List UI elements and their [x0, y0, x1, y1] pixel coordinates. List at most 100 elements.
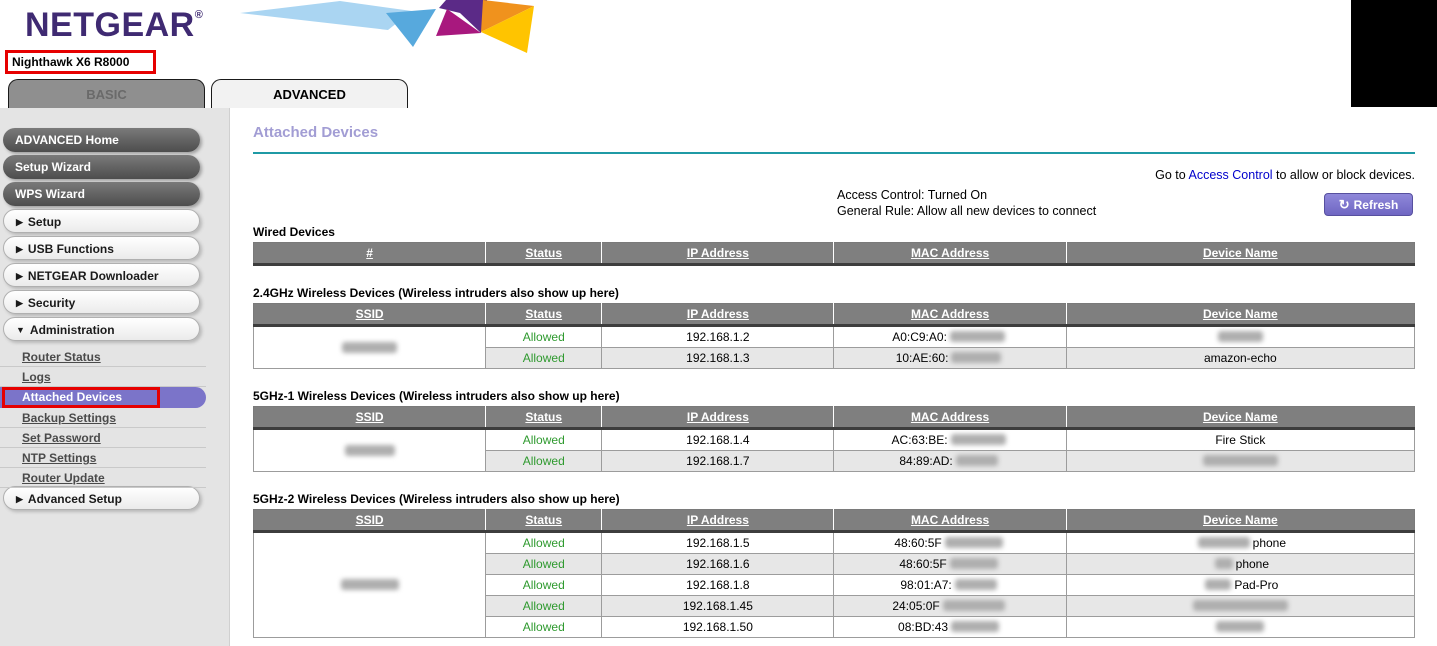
netgear-logo-text: NETGEAR	[25, 6, 195, 44]
sidebar-item-wps-wizard[interactable]: WPS Wizard	[3, 182, 200, 206]
redacted-blur	[955, 579, 997, 590]
ip-address-cell: 192.168.1.8	[602, 575, 834, 596]
wireless-5ghz1-table: SSIDStatusIP AddressMAC AddressDevice Na…	[253, 406, 1415, 472]
column-header-device-name[interactable]: Device Name	[1066, 510, 1414, 532]
ip-address-cell: 192.168.1.7	[602, 451, 834, 472]
column-header-mac-address[interactable]: MAC Address	[834, 510, 1066, 532]
access-control-hint: Go to Access Control to allow or block d…	[1155, 168, 1415, 182]
column-header-status[interactable]: Status	[486, 407, 602, 429]
link-label: Attached Devices	[22, 390, 122, 404]
redacted-blur	[951, 621, 999, 632]
wireless-5ghz1-section: 5GHz-1 Wireless Devices (Wireless intrud…	[253, 389, 1415, 472]
device-name-cell	[1066, 326, 1414, 348]
column-header-mac-address[interactable]: MAC Address	[834, 407, 1066, 429]
mac-address-cell: AC:63:BE:	[834, 429, 1066, 451]
sidebar-link-logs[interactable]: Logs	[0, 367, 206, 387]
redacted-blur	[1205, 579, 1231, 590]
ip-address-cell: 192.168.1.2	[602, 326, 834, 348]
sidebar-item-setup-wizard[interactable]: Setup Wizard	[3, 155, 200, 179]
mac-address-cell: A0:C9:A0:	[834, 326, 1066, 348]
device-name-cell: phone	[1066, 532, 1414, 554]
redacted-blur	[1215, 558, 1233, 569]
chevron-down-icon: ▼	[16, 325, 25, 335]
column-header-ip-address[interactable]: IP Address	[602, 243, 834, 265]
redacted-blur	[1218, 331, 1263, 342]
refresh-button[interactable]: ↻Refresh	[1324, 193, 1413, 216]
device-name-cell	[1066, 617, 1414, 638]
table-title: 5GHz-2 Wireless Devices (Wireless intrud…	[253, 492, 1415, 506]
column-header--[interactable]: #	[254, 243, 486, 265]
column-header-mac-address[interactable]: MAC Address	[834, 304, 1066, 326]
redacted-blur	[951, 352, 1001, 363]
sidebar-item-administration[interactable]: ▼Administration	[3, 317, 200, 341]
administration-submenu: Router Status Logs Attached Devices Back…	[0, 347, 206, 488]
column-header-status[interactable]: Status	[486, 510, 602, 532]
wireless-5ghz2-table: SSIDStatusIP AddressMAC AddressDevice Na…	[253, 509, 1415, 638]
link-label: Set Password	[22, 431, 101, 445]
device-name-cell: amazon-echo	[1066, 348, 1414, 369]
ip-address-cell: 192.168.1.50	[602, 617, 834, 638]
status-cell: Allowed	[486, 429, 602, 451]
mac-address-cell: 98:01:A7:	[834, 575, 1066, 596]
refresh-icon: ↻	[1339, 197, 1350, 212]
redacted-blur	[945, 537, 1003, 548]
table-title: 2.4GHz Wireless Devices (Wireless intrud…	[253, 286, 1415, 300]
sidebar-item-label: Setup	[28, 215, 61, 229]
ssid-cell	[254, 532, 486, 638]
sidebar-item-label: Advanced Setup	[28, 492, 122, 506]
sidebar-link-router-update[interactable]: Router Update	[0, 468, 206, 488]
column-header-ip-address[interactable]: IP Address	[602, 510, 834, 532]
hint-text: Go to	[1155, 168, 1188, 182]
main-content: Attached Devices Go to Access Control to…	[230, 108, 1437, 646]
column-header-device-name[interactable]: Device Name	[1066, 407, 1414, 429]
status-cell: Allowed	[486, 575, 602, 596]
sidebar-item-netgear-downloader[interactable]: ▶NETGEAR Downloader	[3, 263, 200, 287]
column-header-ip-address[interactable]: IP Address	[602, 304, 834, 326]
sidebar-item-label: Security	[28, 296, 75, 310]
title-divider	[253, 152, 1415, 154]
sidebar-link-backup-settings[interactable]: Backup Settings	[0, 408, 206, 428]
sidebar-item-advanced-home[interactable]: ADVANCED Home	[3, 128, 200, 152]
device-name-cell	[1066, 451, 1414, 472]
sidebar-link-set-password[interactable]: Set Password	[0, 428, 206, 448]
wireless-5ghz2-section: 5GHz-2 Wireless Devices (Wireless intrud…	[253, 492, 1415, 638]
ip-address-cell: 192.168.1.6	[602, 554, 834, 575]
device-row: Allowed192.168.1.548:60:5Fphone	[254, 532, 1415, 554]
sidebar-item-advanced-setup[interactable]: ▶Advanced Setup	[3, 486, 200, 510]
redacted-blur	[1193, 600, 1288, 611]
table-title: Wired Devices	[253, 225, 1415, 239]
column-header-ssid[interactable]: SSID	[254, 304, 486, 326]
redacted-blur	[341, 579, 399, 590]
access-control-link[interactable]: Access Control	[1189, 168, 1273, 182]
ip-address-cell: 192.168.1.45	[602, 596, 834, 617]
column-header-device-name[interactable]: Device Name	[1066, 304, 1414, 326]
device-name-cell: Pad-Pro	[1066, 575, 1414, 596]
model-label: Nighthawk X6 R8000	[12, 55, 129, 69]
sidebar-link-attached-devices[interactable]: Attached Devices	[0, 387, 206, 408]
column-header-ssid[interactable]: SSID	[254, 510, 486, 532]
tab-advanced[interactable]: ADVANCED	[211, 79, 408, 108]
sidebar-link-ntp-settings[interactable]: NTP Settings	[0, 448, 206, 468]
redacted-blur	[1203, 455, 1278, 466]
status-cell: Allowed	[486, 617, 602, 638]
netgear-logo: NETGEAR®	[25, 6, 203, 45]
sidebar-item-setup[interactable]: ▶Setup	[3, 209, 200, 233]
mac-address-cell: 10:AE:60:	[834, 348, 1066, 369]
wireless-24ghz-section: 2.4GHz Wireless Devices (Wireless intrud…	[253, 286, 1415, 369]
sidebar-item-security[interactable]: ▶Security	[3, 290, 200, 314]
column-header-mac-address[interactable]: MAC Address	[834, 243, 1066, 265]
column-header-status[interactable]: Status	[486, 243, 602, 265]
sidebar-item-usb-functions[interactable]: ▶USB Functions	[3, 236, 200, 260]
redacted-blur	[951, 434, 1006, 445]
status-cell: Allowed	[486, 451, 602, 472]
sidebar-link-router-status[interactable]: Router Status	[0, 347, 206, 367]
access-control-state: Access Control: Turned On	[837, 188, 1096, 204]
tab-basic[interactable]: BASIC	[8, 79, 205, 108]
device-name-cell: phone	[1066, 554, 1414, 575]
link-label: NTP Settings	[22, 451, 96, 465]
column-header-ip-address[interactable]: IP Address	[602, 407, 834, 429]
column-header-status[interactable]: Status	[486, 304, 602, 326]
column-header-ssid[interactable]: SSID	[254, 407, 486, 429]
column-header-device-name[interactable]: Device Name	[1066, 243, 1414, 265]
status-cell: Allowed	[486, 326, 602, 348]
